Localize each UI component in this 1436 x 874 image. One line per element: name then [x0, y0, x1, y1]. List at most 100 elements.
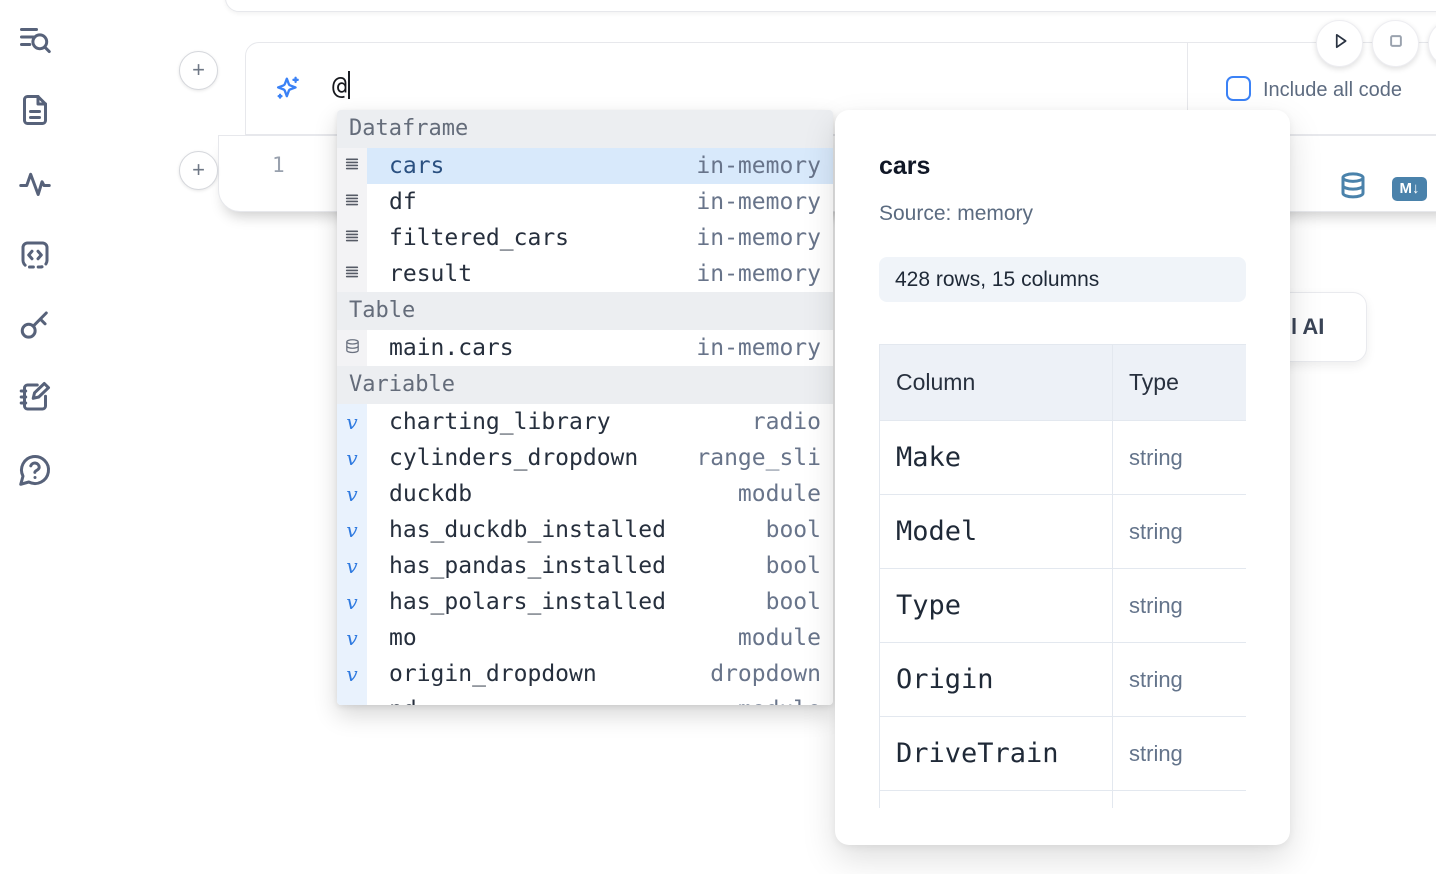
autocomplete-item-name: df — [389, 189, 417, 215]
autocomplete-item-type: bool — [752, 553, 821, 579]
sparkles-icon — [274, 74, 302, 102]
autocomplete-section-header: Variable — [337, 366, 833, 404]
schema-column-header: Column — [880, 345, 1113, 421]
schema-column-name — [880, 791, 1113, 809]
autocomplete-item-type: module — [724, 697, 821, 705]
schema-column-type: string — [1113, 569, 1247, 643]
list-search-icon[interactable] — [17, 22, 53, 58]
preview-source: Source: memory — [879, 202, 1246, 226]
play-icon — [1327, 28, 1353, 59]
autocomplete-item-type: in-memory — [682, 189, 821, 215]
autocomplete-item-type: range_sli — [682, 445, 821, 471]
dataframe-icon — [343, 228, 361, 248]
autocomplete-item-type: in-memory — [682, 225, 821, 251]
autocomplete-item[interactable]: v charting_library radio — [337, 404, 833, 440]
autocomplete-item[interactable]: main.carsin-memory — [337, 330, 833, 366]
schema-column-name: Type — [880, 569, 1113, 643]
variable-icon: v — [346, 662, 357, 686]
stop-button[interactable] — [1372, 20, 1419, 67]
schema-column-name: Make — [880, 421, 1113, 495]
schema-table-row: Typestring — [880, 569, 1247, 643]
autocomplete-item-type: bool — [752, 517, 821, 543]
autocomplete-item-type: module — [724, 481, 821, 507]
schema-table-row: Originstring — [880, 643, 1247, 717]
autocomplete-item[interactable]: v mo module — [337, 620, 833, 656]
code-square-icon[interactable] — [17, 237, 53, 273]
schema-column-name: Origin — [880, 643, 1113, 717]
include-all-code-checkbox[interactable] — [1226, 76, 1251, 101]
autocomplete-item[interactable]: result in-memory — [337, 256, 833, 292]
autocomplete-item-type: in-memory — [682, 335, 821, 361]
autocomplete-item[interactable]: v has_duckdb_installed bool — [337, 512, 833, 548]
autocomplete-item-name: has_polars_installed — [389, 589, 666, 615]
markdown-icon[interactable]: M↓ — [1392, 177, 1427, 201]
dataframe-icon — [343, 156, 361, 176]
key-icon[interactable] — [17, 307, 53, 343]
variable-icon: v — [346, 518, 357, 542]
autocomplete-item-name: has_duckdb_installed — [389, 517, 666, 543]
schema-column-type: string — [1113, 643, 1247, 717]
variable-icon: v — [346, 590, 357, 614]
line-number: 1 — [272, 153, 285, 177]
schema-column-name: DriveTrain — [880, 717, 1113, 791]
autocomplete-item-type: dropdown — [696, 661, 821, 687]
autocomplete-item-name: charting_library — [389, 409, 611, 435]
prompt-input[interactable]: @ — [332, 71, 350, 100]
autocomplete-item[interactable]: v pd module — [337, 692, 833, 705]
dataframe-preview-popup: cars Source: memory 428 rows, 15 columns… — [835, 110, 1290, 845]
autocomplete-item-type: in-memory — [682, 261, 821, 287]
schema-table-row: DriveTrainstring — [880, 717, 1247, 791]
add-cell-button-top[interactable]: + — [179, 51, 218, 90]
help-bubble-icon[interactable] — [17, 452, 53, 488]
notebook-pen-icon[interactable] — [17, 379, 53, 415]
variable-icon: v — [346, 626, 357, 650]
autocomplete-item-type: module — [724, 625, 821, 651]
autocomplete-item-name: cylinders_dropdown — [389, 445, 638, 471]
preview-schema-table-wrap: ColumnType MakestringModelstringTypestri… — [879, 344, 1246, 808]
add-cell-button-bottom[interactable]: + — [179, 151, 218, 190]
text-caret — [348, 71, 350, 99]
table-icon — [344, 337, 361, 360]
autocomplete-item-name: cars — [389, 153, 444, 179]
autocomplete-item[interactable]: filtered_cars in-memory — [337, 220, 833, 256]
autocomplete-item[interactable]: v origin_dropdown dropdown — [337, 656, 833, 692]
previous-cell-edge — [225, 0, 1436, 12]
preview-schema-table: ColumnType MakestringModelstringTypestri… — [879, 344, 1246, 808]
autocomplete-menu: Dataframecarsin-memorydfin-memoryfiltere… — [337, 110, 833, 705]
autocomplete-item-name: result — [389, 261, 472, 287]
sidebar — [0, 0, 72, 874]
autocomplete-item-type: radio — [738, 409, 821, 435]
preview-shape-badge: 428 rows, 15 columns — [879, 257, 1246, 302]
variable-icon: v — [346, 554, 357, 578]
autocomplete-item-name: has_pandas_installed — [389, 553, 666, 579]
autocomplete-item[interactable]: vhas_polars_installedbool — [337, 584, 833, 620]
autocomplete-item[interactable]: v cylinders_dropdown range_sli — [337, 440, 833, 476]
autocomplete-item[interactable]: df in-memory — [337, 184, 833, 220]
autocomplete-item-name: pd — [389, 697, 417, 705]
dataframe-icon — [343, 264, 361, 284]
variable-icon: v — [346, 698, 357, 705]
autocomplete-item[interactable]: cars in-memory — [337, 148, 833, 184]
dataframe-icon — [343, 192, 361, 212]
autocomplete-item-name: duckdb — [389, 481, 472, 507]
schema-column-type: string — [1113, 717, 1247, 791]
schema-table-row: Modelstring — [880, 495, 1247, 569]
schema-column-type: string — [1113, 495, 1247, 569]
variable-icon: v — [346, 410, 357, 434]
autocomplete-item-type: in-memory — [682, 153, 821, 179]
autocomplete-item[interactable]: v duckdb module — [337, 476, 833, 512]
autocomplete-item-name: origin_dropdown — [389, 661, 597, 687]
variable-icon: v — [346, 446, 357, 470]
stop-icon — [1383, 28, 1409, 59]
run-button[interactable] — [1316, 20, 1363, 67]
variable-icon: v — [346, 482, 357, 506]
database-icon[interactable] — [1338, 169, 1368, 203]
include-all-code-label: Include all code — [1263, 79, 1402, 102]
file-text-icon[interactable] — [17, 92, 53, 128]
autocomplete-item-name: filtered_cars — [389, 225, 569, 251]
schema-table-row: Makestring — [880, 421, 1247, 495]
schema-column-type: string — [1113, 421, 1247, 495]
autocomplete-item[interactable]: v has_pandas_installed bool — [337, 548, 833, 584]
activity-icon[interactable] — [17, 166, 53, 202]
autocomplete-item-name: mo — [389, 625, 417, 651]
